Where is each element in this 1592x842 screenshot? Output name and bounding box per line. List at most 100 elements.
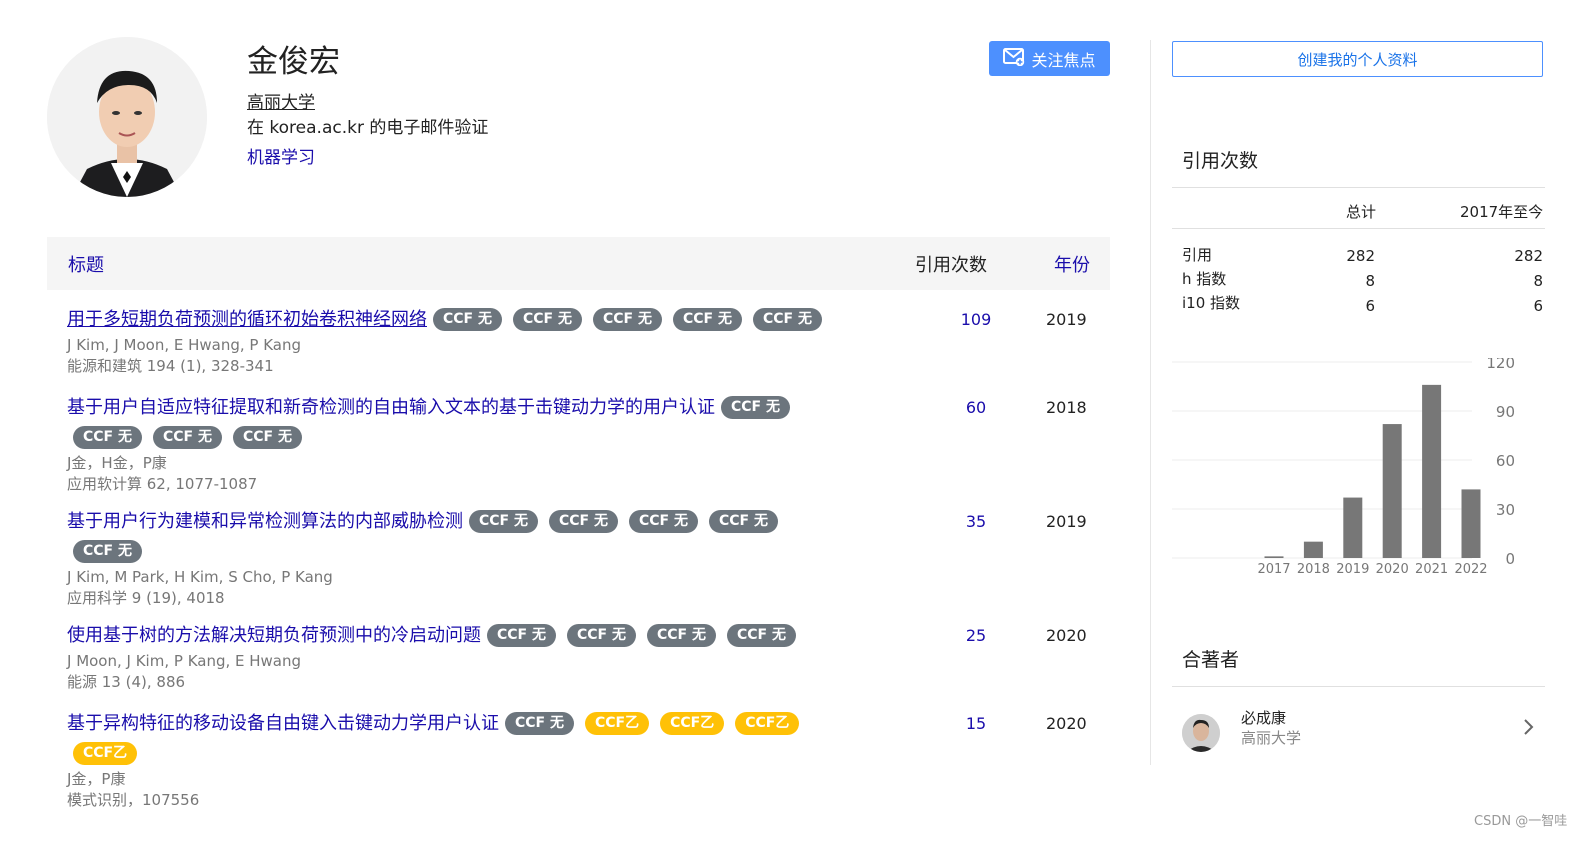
ccf-badge: CCF 无 [753, 308, 822, 331]
ccf-badge: CCF 无 [647, 624, 716, 647]
ccf-badge: CCF 无 [549, 510, 618, 533]
chart-bar-2020[interactable] [1382, 424, 1402, 558]
chart-y-tick-label: 120 [1486, 358, 1515, 372]
chart-x-tick-label: 2022 [1454, 562, 1487, 577]
watermark: CSDN @一智哇 [1474, 814, 1568, 829]
ccf-badge: CCF 无 [73, 426, 142, 449]
stat-since: 282 [1514, 247, 1543, 265]
paper-authors: J Kim, J Moon, E Hwang, P Kang [67, 336, 302, 354]
paper-title-link[interactable]: 基于用户行为建模和异常检测算法的内部威胁检测 [67, 511, 463, 532]
follow-button-label: 关注焦点 [1031, 50, 1096, 70]
ccf-badge: CCF 无 [233, 426, 302, 449]
chart-x-tick-label: 2019 [1336, 562, 1369, 577]
paper-row: 基于用户行为建模和异常检测算法的内部威胁检测 CCF 无 CCF 无 CCF 无 CCF… [67, 507, 1107, 609]
paper-title-link[interactable]: 用于多短期负荷预测的循环初始卷积神经网络 [67, 309, 427, 330]
paper-row: 使用基于树的方法解决短期负荷预测中的冷启动问题 CCF 无 CCF 无 CCF 无 CC… [67, 621, 1107, 693]
ccf-badge: CCF 无 [433, 308, 502, 331]
chart-x-tick-label: 2020 [1376, 562, 1409, 577]
paper-authors: J金，H金，P康 [67, 454, 167, 472]
stat-since: 6 [1533, 297, 1543, 315]
ccf-badge: CCF乙 [735, 712, 800, 735]
profile-email-verified: 在 korea.ac.kr 的电子邮件验证 [247, 118, 489, 138]
cited-by-title: 引用次数 [1182, 150, 1259, 172]
stat-total: 6 [1365, 297, 1375, 315]
profile-name: 金俊宏 [247, 44, 340, 80]
paper-venue: 应用科学 9 (19), 4018 [67, 589, 225, 607]
sort-by-year[interactable]: 年份 [1054, 251, 1090, 277]
paper-authors: J Kim, M Park, H Kim, S Cho, P Kang [67, 568, 333, 586]
paper-venue: 模式识别，107556 [67, 791, 200, 809]
stat-label: 引用 [1182, 246, 1213, 264]
sort-by-citations[interactable]: 引用次数 [915, 251, 987, 277]
coauthor-name-link[interactable]: 必成康 [1241, 707, 1286, 728]
stat-since: 8 [1533, 272, 1543, 290]
ccf-badge: CCF乙 [585, 712, 650, 735]
coauthors-title: 合著者 [1182, 649, 1240, 671]
chart-bar-2021[interactable] [1422, 384, 1442, 558]
chart-bar-2022[interactable] [1461, 489, 1481, 558]
paper-row: 基于异构特征的移动设备自由键入击键动力学用户认证 CCF 无 CCF乙 CCF乙 CCF… [67, 709, 1107, 811]
ccf-badge: CCF 无 [629, 510, 698, 533]
paper-title-link[interactable]: 基于异构特征的移动设备自由键入击键动力学用户认证 [67, 713, 499, 734]
paper-year: 2019 [1046, 310, 1087, 329]
stat-label: i10 指数 [1182, 294, 1241, 312]
chart-y-tick-label: 60 [1496, 452, 1515, 470]
paper-venue: 应用软计算 62, 1077-1087 [67, 475, 258, 493]
stat-total: 8 [1365, 272, 1375, 290]
create-profile-button[interactable]: 创建我的个人资料 [1172, 41, 1543, 77]
ccf-badge: CCF 无 [505, 712, 574, 735]
coauthor-affiliation: 高丽大学 [1241, 729, 1302, 747]
paper-citations-link[interactable]: 15 [956, 709, 996, 739]
citations-bar-chart: 0 30 60 90 120 2017 2018 2019 2020 2021 2022 [1172, 358, 1515, 577]
profile-affiliation-link[interactable]: 高丽大学 [247, 88, 315, 113]
paper-authors: J Moon, J Kim, P Kang, E Hwang [67, 652, 302, 670]
ccf-badge: CCF乙 [660, 712, 725, 735]
stats-col-since: 2017年至今 [1460, 203, 1544, 221]
follow-button[interactable]: 关注焦点 [989, 41, 1110, 76]
divider [1172, 187, 1545, 188]
ccf-badge: CCF 无 [487, 624, 556, 647]
ccf-badge: CCF 无 [567, 624, 636, 647]
chart-bar-2019[interactable] [1343, 497, 1363, 558]
divider [1172, 228, 1545, 229]
paper-citations-link[interactable]: 60 [956, 393, 996, 423]
ccf-badge: CCF 无 [469, 510, 538, 533]
ccf-badge: CCF 无 [727, 624, 796, 647]
paper-title-link[interactable]: 基于用户自适应特征提取和新奇检测的自由输入文本的基于击键动力学的用户认证 [67, 397, 715, 418]
ccf-badge: CCF 无 [709, 510, 778, 533]
profile-interest-link[interactable]: 机器学习 [247, 143, 315, 168]
stats-col-total: 总计 [1346, 203, 1377, 221]
sort-by-title[interactable]: 标题 [68, 251, 104, 277]
ccf-badge: CCF乙 [73, 742, 138, 765]
ccf-badge: CCF 无 [673, 308, 742, 331]
paper-venue: 能源 13 (4), 886 [67, 673, 186, 691]
chart-bar-2018[interactable] [1303, 541, 1323, 558]
ccf-badge: CCF 无 [513, 308, 582, 331]
paper-title-link[interactable]: 使用基于树的方法解决短期负荷预测中的冷启动问题 [67, 625, 481, 646]
paper-year: 2020 [1046, 714, 1087, 733]
chart-bar-2017[interactable] [1264, 556, 1284, 558]
column-divider [1150, 40, 1151, 765]
paper-citations-link[interactable]: 109 [956, 305, 996, 335]
chart-y-tick-label: 0 [1505, 550, 1515, 568]
paper-citations-link[interactable]: 35 [956, 507, 996, 537]
chart-y-tick-label: 30 [1496, 501, 1515, 519]
papers-table-header: 标题 引用次数 年份 [47, 237, 1110, 290]
chart-x-tick-label: 2017 [1257, 562, 1290, 577]
paper-row: 基于用户自适应特征提取和新奇检测的自由输入文本的基于击键动力学的用户认证 CCF … [67, 393, 1107, 495]
mail-icon [1003, 47, 1025, 70]
chevron-right-icon[interactable] [1523, 718, 1535, 740]
paper-citations-link[interactable]: 25 [956, 621, 996, 651]
paper-venue: 能源和建筑 194 (1), 328-341 [67, 357, 274, 375]
paper-row: 用于多短期负荷预测的循环初始卷积神经网络 CCF 无 CCF 无 CCF 无 CCF 无… [67, 305, 1107, 377]
chart-x-tick-label: 2018 [1297, 562, 1330, 577]
stat-label: h 指数 [1182, 270, 1227, 288]
paper-year: 2020 [1046, 626, 1087, 645]
stat-total: 282 [1346, 247, 1375, 265]
ccf-badge: CCF 无 [721, 396, 790, 419]
paper-year: 2018 [1046, 398, 1087, 417]
coauthor-avatar[interactable] [1182, 714, 1220, 752]
paper-year: 2019 [1046, 512, 1087, 531]
chart-x-tick-label: 2021 [1415, 562, 1448, 577]
profile-avatar [47, 37, 207, 197]
